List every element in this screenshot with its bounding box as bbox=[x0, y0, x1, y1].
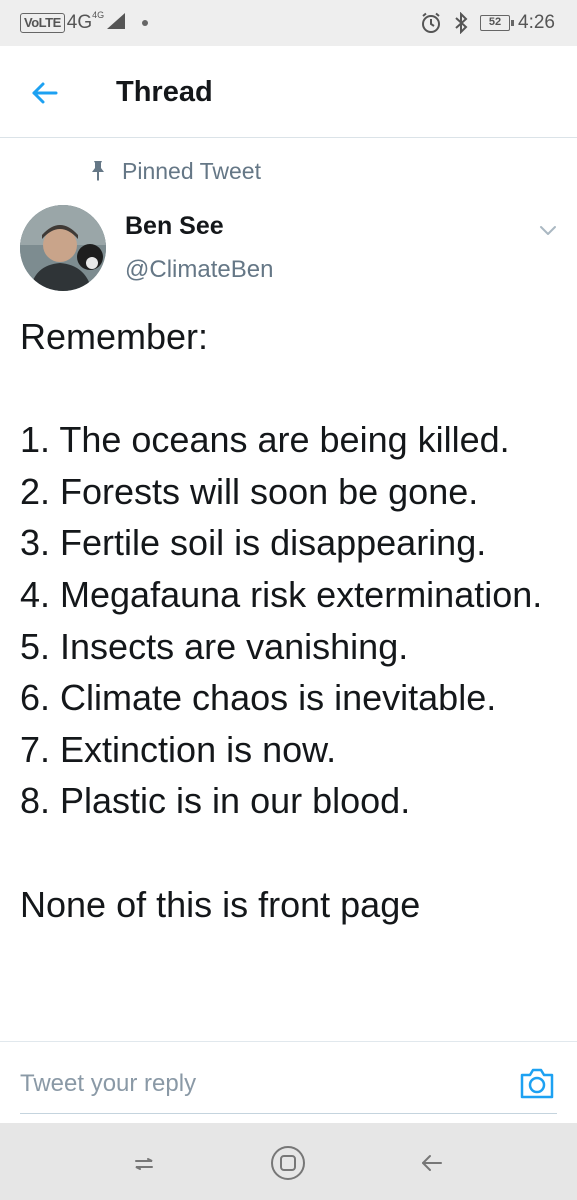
network-label: 4G bbox=[66, 12, 93, 33]
network-sup-label: 4G bbox=[92, 10, 105, 20]
bluetooth-icon bbox=[454, 12, 468, 34]
pinned-label-text: Pinned Tweet bbox=[122, 157, 261, 184]
signal-icon bbox=[106, 12, 126, 35]
avatar[interactable] bbox=[20, 205, 106, 291]
tweet-text: Remember: 1. The oceans are being killed… bbox=[20, 311, 565, 1041]
camera-icon[interactable] bbox=[519, 1066, 555, 1100]
status-left: VoLTE 4G4G bbox=[20, 10, 149, 36]
recent-apps-icon[interactable] bbox=[124, 1143, 164, 1183]
alarm-icon bbox=[420, 12, 442, 34]
author-handle[interactable]: @ClimateBen bbox=[125, 256, 273, 284]
app-header: Thread bbox=[0, 46, 577, 138]
back-nav-icon[interactable] bbox=[412, 1143, 452, 1183]
status-right: 52 4:26 bbox=[408, 9, 555, 37]
volte-badge: VoLTE bbox=[20, 13, 65, 33]
tweet-text-content: Remember: 1. The oceans are being killed… bbox=[20, 316, 543, 925]
battery-icon: 52 bbox=[480, 15, 515, 31]
pinned-tweet-label: Pinned Tweet bbox=[86, 156, 261, 186]
clock-time: 4:26 bbox=[518, 12, 555, 33]
notification-dot-icon bbox=[142, 20, 149, 26]
reply-input[interactable]: Tweet your reply bbox=[20, 1056, 557, 1114]
status-bar: VoLTE 4G4G 52 4:26 bbox=[0, 0, 577, 46]
network-indicator: 4G4G bbox=[66, 10, 105, 34]
reply-placeholder: Tweet your reply bbox=[20, 1070, 197, 1097]
pin-icon bbox=[86, 160, 110, 182]
back-arrow-icon[interactable] bbox=[28, 76, 62, 110]
home-icon[interactable] bbox=[268, 1143, 308, 1183]
author-name[interactable]: Ben See bbox=[125, 212, 224, 241]
reply-bar: Tweet your reply bbox=[0, 1041, 577, 1123]
chevron-down-icon[interactable] bbox=[536, 220, 560, 240]
page-title: Thread bbox=[116, 76, 213, 108]
system-nav-bar bbox=[0, 1123, 577, 1200]
